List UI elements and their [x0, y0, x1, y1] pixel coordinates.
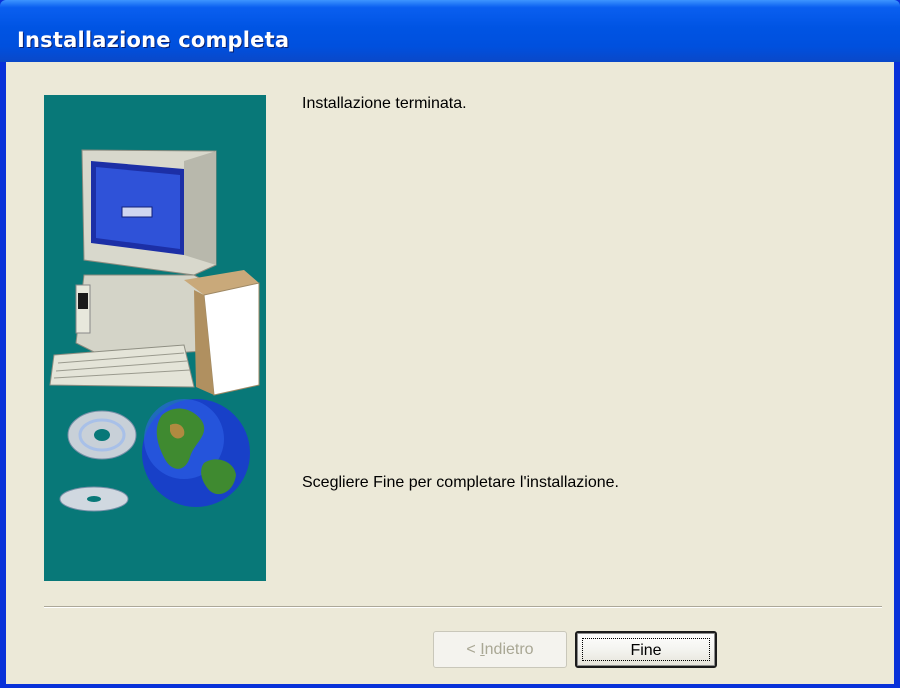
installer-dialog: Installazione completa Installazione ter… [0, 0, 900, 688]
title-bar[interactable]: Installazione completa [0, 0, 900, 62]
computer-globe-illustration [49, 149, 260, 512]
back-button-prefix: < [466, 641, 481, 658]
wizard-side-image [44, 95, 266, 581]
window-title: Installazione completa [17, 28, 290, 52]
status-text: Installazione terminata. [302, 95, 467, 112]
instruction-text: Scegliere Fine per completare l'installa… [302, 474, 619, 491]
finish-button[interactable]: Fine [575, 631, 717, 668]
back-button-label: ndietro [484, 641, 534, 658]
finish-button-label: Fine [630, 642, 662, 659]
button-separator [44, 606, 882, 608]
back-button[interactable]: < Indietro [433, 631, 567, 668]
